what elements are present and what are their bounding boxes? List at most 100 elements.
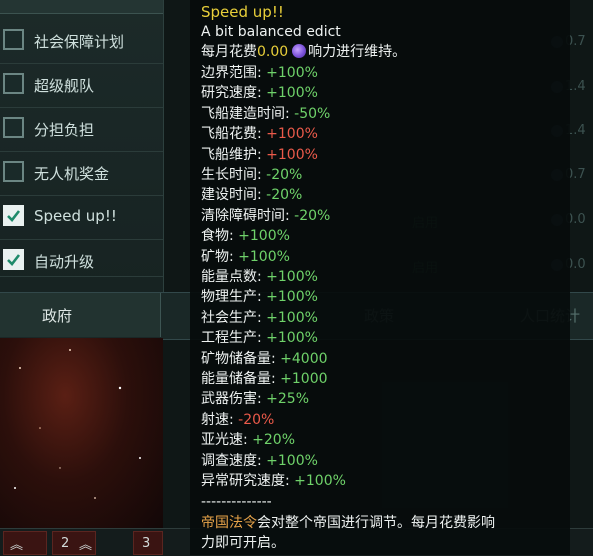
modifier-row: 飞船建造时间: -50% [201,106,330,122]
tooltip-monthly-cost: 每月花费0.00 响力进行维持。 [201,44,406,60]
tab-label: 政府 [42,307,73,325]
modifier-label: 武器伤害: [201,391,267,408]
tooltip-title: Speed up!! [201,3,284,21]
modifier-value: +100% [266,309,318,326]
modifier-row: 调查速度: +100% [201,453,318,469]
modifier-value: +100% [266,330,318,347]
modifier-row: 研究速度: +100% [201,85,318,101]
checkbox-checked[interactable] [3,249,24,270]
modifier-row: 建设时间: -20% [201,187,302,203]
sector-slot[interactable]: 3 [133,531,163,555]
modifier-label: 能量点数: [201,269,267,285]
influence-icon [292,44,307,58]
modifier-value: -20% [266,167,303,183]
edict-label: 超级舰队 [34,77,95,95]
modifier-row: 射速: -20% [201,412,274,428]
modifier-label: 工程生产: [201,330,267,347]
modifier-label: 调查速度: [201,452,267,469]
modifier-row: 飞船花费: +100% [201,126,318,142]
modifier-label: 清除障碍时间: [201,207,295,224]
edict-item-burden-sharing[interactable]: 分担负担 [0,108,163,152]
modifier-label: 飞船花费: [201,126,267,143]
modifier-value: +100% [266,65,318,81]
tooltip-footer-line1: 帝国法令会对整个帝国进行调节。每月花费影响 [201,515,495,531]
modifier-value: +100% [266,85,318,102]
edict-label: 分担负担 [34,121,95,139]
modifier-row: 清除障碍时间: -20% [201,208,330,224]
modifier-value: +1000 [280,371,328,387]
modifier-label: 飞船建造时间: [201,105,295,122]
modifier-value: +100% [238,228,290,245]
modifier-label: 矿物储备量: [201,350,281,367]
modifier-label: 生长时间: [201,167,267,183]
modifier-label: 食物: [201,228,239,245]
modifier-label: 建设时间: [201,187,267,204]
footer-highlight: 帝国法令 [201,515,257,531]
double-chevron-up-icon: ︽ [79,538,93,553]
modifier-value: +4000 [280,350,328,367]
checkbox-checked[interactable] [3,205,24,226]
tooltip-subtitle: A bit balanced edict [201,24,341,40]
modifier-value: +25% [266,391,310,408]
edict-item-drone-bonus[interactable]: 无人机奖金 [0,152,163,196]
modifier-value: +20% [252,432,296,449]
modifier-row: 工程生产: +100% [201,330,318,346]
modifier-row: 社会生产: +100% [201,310,318,326]
edict-list: 社会保障计划 超级舰队 分担负担 无人机奖金 Speed up!! 自动升级 [0,0,164,292]
modifier-value: -50% [294,105,331,122]
sector-slot[interactable]: 2 ︽ [52,531,96,555]
edict-item-speed-up[interactable]: Speed up!! [0,196,163,240]
modifier-row: 飞船维护: +100% [201,147,318,163]
modifier-value: -20% [266,187,303,204]
cost-value: 0.00 [257,44,289,60]
edict-label: 社会保障计划 [34,33,125,51]
modifier-row: 能量点数: +100% [201,269,318,285]
modifier-row: 矿物储备量: +4000 [201,351,328,367]
modifier-label: 能量储备量: [201,371,281,387]
tab-government[interactable]: 政府 [0,293,161,337]
modifier-label: 亚光速: [201,432,253,449]
modifier-row: 矿物: +100% [201,249,290,265]
modifier-value: +100% [266,126,318,143]
separator: -------------- [201,494,272,510]
slot-number: 2 [61,536,70,551]
slot-number: 3 [142,536,151,551]
checkbox[interactable] [3,73,24,94]
checkbox[interactable] [3,161,24,182]
list-top-cap [0,0,163,14]
modifier-row: 异常研究速度: +100% [201,473,346,489]
edict-label: 无人机奖金 [34,165,110,183]
modifier-value: +100% [266,452,318,469]
edict-item-super-fleet[interactable]: 超级舰队 [0,64,163,108]
modifier-value: +100% [238,248,290,265]
modifier-row: 边界范围: +100% [201,65,318,81]
edict-label: Speed up!! [34,207,117,225]
modifier-label: 边界范围: [201,65,267,81]
modifier-row: 能量储备量: +1000 [201,371,328,387]
modifier-row: 食物: +100% [201,228,290,244]
modifier-value: -20% [294,207,331,224]
edict-item-social-security[interactable]: 社会保障计划 [0,20,163,64]
modifier-label: 物理生产: [201,289,267,306]
cost-suffix: 响力进行维持。 [308,44,407,60]
modifier-value: +100% [266,269,318,285]
footer-text: 会对整个帝国进行调节。每月花费影响 [257,515,495,531]
modifier-value: +100% [266,289,318,306]
edict-label: 自动升级 [34,253,95,271]
checkbox[interactable] [3,29,24,50]
modifier-label: 社会生产: [201,309,267,326]
sector-slot[interactable]: ︽ [3,531,47,555]
stars [14,349,141,499]
edict-item-auto-upgrade[interactable]: 自动升级 [0,240,163,277]
modifier-value: -20% [238,411,275,428]
checkbox[interactable] [3,117,24,138]
tooltip-footer-line2: 力即可开启。 [201,535,285,551]
modifier-row: 物理生产: +100% [201,289,318,305]
modifier-value: +100% [266,146,318,163]
cost-prefix: 每月花费 [201,44,257,60]
modifier-label: 异常研究速度: [201,473,295,489]
modifier-row: 生长时间: -20% [201,167,302,183]
edict-tooltip: Speed up!! A bit balanced edict 每月花费0.00… [190,0,570,555]
modifier-label: 飞船维护: [201,146,267,163]
starfield-background [0,338,163,530]
